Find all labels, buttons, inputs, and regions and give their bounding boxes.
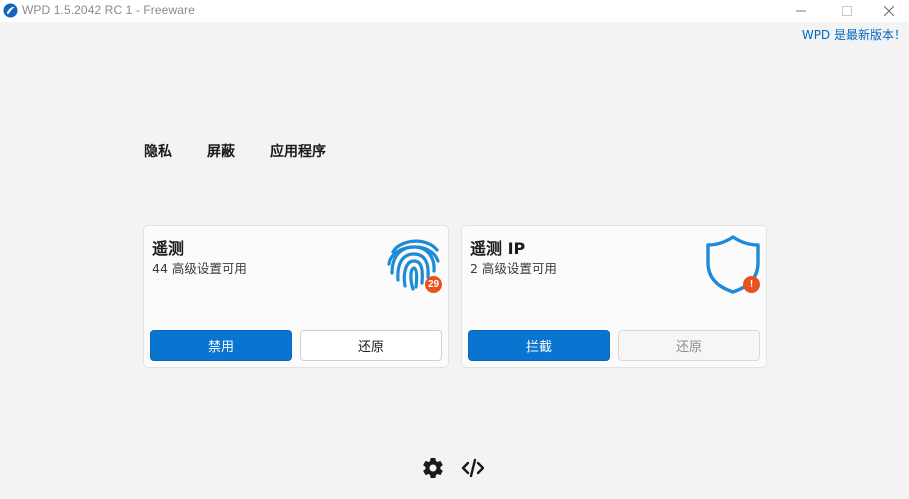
telemetry-ip-card: 遥测 IP 2 高级设置可用 ! 拦截 还原 [461, 225, 767, 368]
minimize-icon [796, 10, 806, 12]
main-tabs: 隐私 屏蔽 应用程序 [144, 141, 361, 161]
restore-button[interactable]: 还原 [300, 330, 442, 361]
tab-apps[interactable]: 应用程序 [270, 141, 326, 161]
block-button[interactable]: 拦截 [468, 330, 610, 361]
title-bar: WPD 1.5.2042 RC 1 - Freeware [0, 0, 909, 22]
card-title: 遥测 IP [470, 239, 526, 258]
close-button[interactable] [866, 0, 909, 22]
minimize-button[interactable] [778, 0, 824, 22]
disable-button[interactable]: 禁用 [150, 330, 292, 361]
code-icon[interactable] [461, 456, 485, 480]
notification-badge: 29 [425, 276, 442, 293]
restore-button-disabled: 还原 [618, 330, 760, 361]
maximize-button[interactable] [824, 0, 870, 22]
gear-icon[interactable] [421, 456, 445, 480]
tab-blocking[interactable]: 屏蔽 [207, 141, 235, 161]
alert-badge: ! [743, 276, 760, 293]
close-icon [884, 6, 894, 16]
update-status-link[interactable]: WPD 是最新版本！ [802, 26, 906, 43]
card-subtitle: 44 高级设置可用 [152, 261, 247, 276]
maximize-icon [842, 6, 852, 16]
wpd-logo-icon [3, 3, 18, 18]
card-subtitle: 2 高级设置可用 [470, 261, 557, 276]
tab-privacy[interactable]: 隐私 [144, 141, 172, 161]
telemetry-card: 遥测 44 高级设置可用 29 禁用 还原 [143, 225, 449, 368]
card-title: 遥测 [152, 239, 185, 258]
window-title: WPD 1.5.2042 RC 1 - Freeware [22, 3, 195, 17]
